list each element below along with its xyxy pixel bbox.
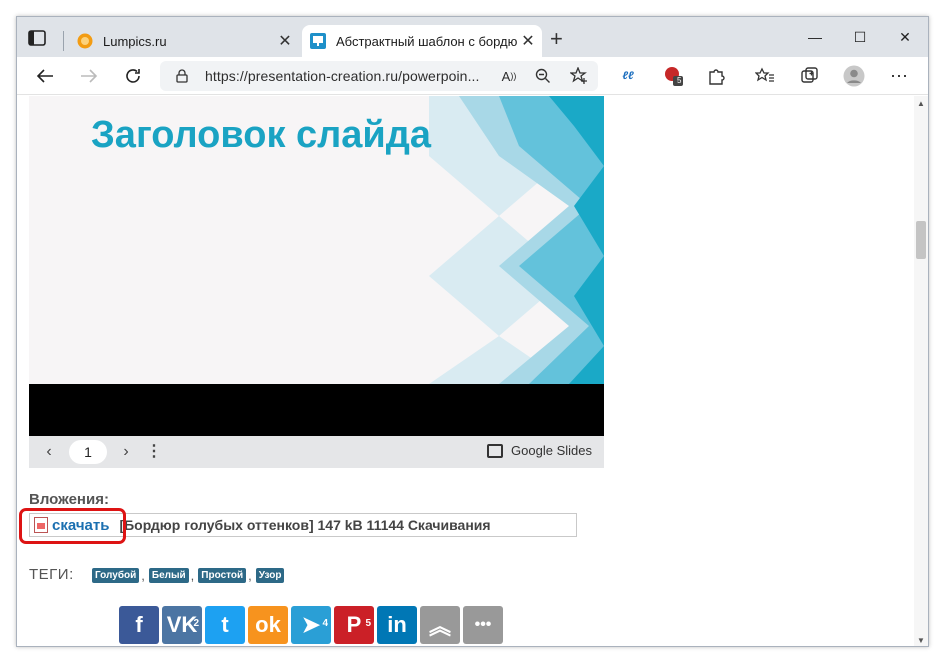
tags-list: Голубой, Белый, Простой, Узор [92, 568, 285, 583]
vertical-scrollbar[interactable]: ▲ ▼ [914, 96, 928, 646]
pinterest-icon: P [346, 612, 362, 637]
scroll-down-arrow-icon[interactable]: ▼ [917, 636, 925, 645]
tags-label: ТЕГИ: [29, 566, 74, 583]
slides-viewer-controls: ‹ 1 › ⋮ Google Slides [29, 436, 604, 468]
new-tab-button[interactable]: + [550, 28, 563, 50]
tab-active-presentation[interactable]: Абстрактный шаблон с бордюр ✕ [302, 25, 542, 57]
read-aloud-icon[interactable]: A)) [498, 65, 520, 87]
share-odnoklassniki-button[interactable]: ok [248, 606, 288, 644]
browser-window: Lumpics.ru ✕ Абстрактный шаблон с бордюр… [16, 16, 929, 647]
share-pinterest-button[interactable]: P5 [334, 606, 374, 644]
scrollbar-thumb[interactable] [916, 221, 926, 259]
close-tab-icon[interactable]: ✕ [275, 31, 295, 51]
extension-icon[interactable]: ℓℓ [617, 65, 639, 87]
share-linkedin-button[interactable]: in [377, 606, 417, 644]
slide-bottom-bar [29, 384, 604, 436]
tab-title: Абстрактный шаблон с бордюр [336, 33, 518, 49]
profile-icon[interactable] [843, 65, 865, 87]
scroll-up-icon: ︽ [428, 614, 451, 639]
minimize-button[interactable]: — [805, 27, 825, 47]
share-facebook-button[interactable]: f [119, 606, 159, 644]
tag-separator: , [248, 568, 252, 583]
page-number[interactable]: 1 [69, 440, 107, 464]
browser-toolbar: https://presentation-creation.ru/powerpo… [17, 57, 928, 95]
viewer-menu-icon[interactable]: ⋮ [144, 442, 164, 462]
share-twitter-button[interactable]: t [205, 606, 245, 644]
more-icon[interactable]: ⋯ [888, 65, 910, 87]
google-slides-label: Google Slides [511, 443, 592, 458]
more-icon: ••• [474, 616, 492, 633]
tag-simple[interactable]: Простой [198, 568, 247, 583]
url-text[interactable]: https://presentation-creation.ru/powerpo… [205, 68, 480, 84]
slide-preview: Заголовок слайда [29, 96, 604, 384]
maximize-button[interactable]: ☐ [850, 27, 870, 47]
tab-lumpics[interactable]: Lumpics.ru ✕ [69, 25, 299, 57]
extension-badge: 5 [677, 76, 682, 85]
add-favorite-icon[interactable] [568, 65, 590, 87]
tab-actions-icon[interactable] [27, 29, 47, 47]
odnoklassniki-icon: ok [255, 612, 281, 637]
google-slides-icon [487, 443, 504, 458]
collections-icon[interactable] [799, 65, 821, 87]
attachment-info: [Бордюр голубых оттенков] 147 kB 11144 С… [119, 517, 491, 533]
zoom-icon[interactable] [532, 65, 554, 87]
extensions-icon[interactable] [705, 65, 727, 87]
linkedin-icon: in [387, 612, 407, 637]
tag-white[interactable]: Белый [148, 568, 189, 583]
presentation-favicon-icon [310, 33, 326, 49]
share-vk-button[interactable]: VK 2 [162, 606, 202, 644]
address-bar[interactable]: https://presentation-creation.ru/powerpo… [160, 61, 598, 91]
share-count: 5 [365, 618, 371, 629]
twitter-icon: t [221, 612, 229, 637]
next-slide-icon[interactable]: › [116, 442, 136, 462]
lock-icon[interactable] [176, 69, 188, 83]
share-telegram-button[interactable]: ➤ 4 [291, 606, 331, 644]
favorites-icon[interactable] [754, 65, 776, 87]
tab-separator [63, 31, 64, 51]
lumpics-favicon-icon [77, 33, 93, 49]
back-icon[interactable] [34, 65, 56, 87]
refresh-icon[interactable] [122, 65, 144, 87]
close-tab-icon[interactable]: ✕ [518, 31, 538, 51]
slide-title: Заголовок слайда [91, 114, 432, 156]
tag-separator: , [141, 568, 145, 583]
previous-slide-icon[interactable]: ‹ [39, 442, 59, 462]
adblock-icon[interactable]: 5 [662, 65, 684, 87]
tab-title: Lumpics.ru [103, 33, 167, 49]
forward-icon [78, 65, 100, 87]
share-count: 2 [193, 618, 199, 629]
telegram-icon: ➤ [301, 612, 321, 637]
tag-pattern[interactable]: Узор [255, 568, 285, 583]
attachments-heading: Вложения: [29, 491, 109, 508]
tab-strip: Lumpics.ru ✕ Абстрактный шаблон с бордюр… [17, 17, 928, 57]
share-more-button[interactable]: ••• [463, 606, 503, 644]
share-buttons: f VK 2 t ok ➤ 4 P 5 in ︽ ••• [119, 606, 506, 644]
tag-separator: , [190, 568, 195, 583]
facebook-icon: f [135, 612, 143, 637]
google-slides-link[interactable]: Google Slides [487, 443, 592, 458]
share-count: 4 [322, 618, 328, 629]
scroll-up-arrow-icon[interactable]: ▲ [917, 99, 925, 108]
page-content: Заголовок слайда ‹ 1 › ⋮ Google Slides В… [17, 96, 914, 646]
close-window-button[interactable]: ✕ [895, 27, 915, 47]
share-scroll-up-button[interactable]: ︽ [420, 606, 460, 644]
highlight-frame [19, 508, 126, 544]
tag-blue[interactable]: Голубой [92, 568, 140, 583]
